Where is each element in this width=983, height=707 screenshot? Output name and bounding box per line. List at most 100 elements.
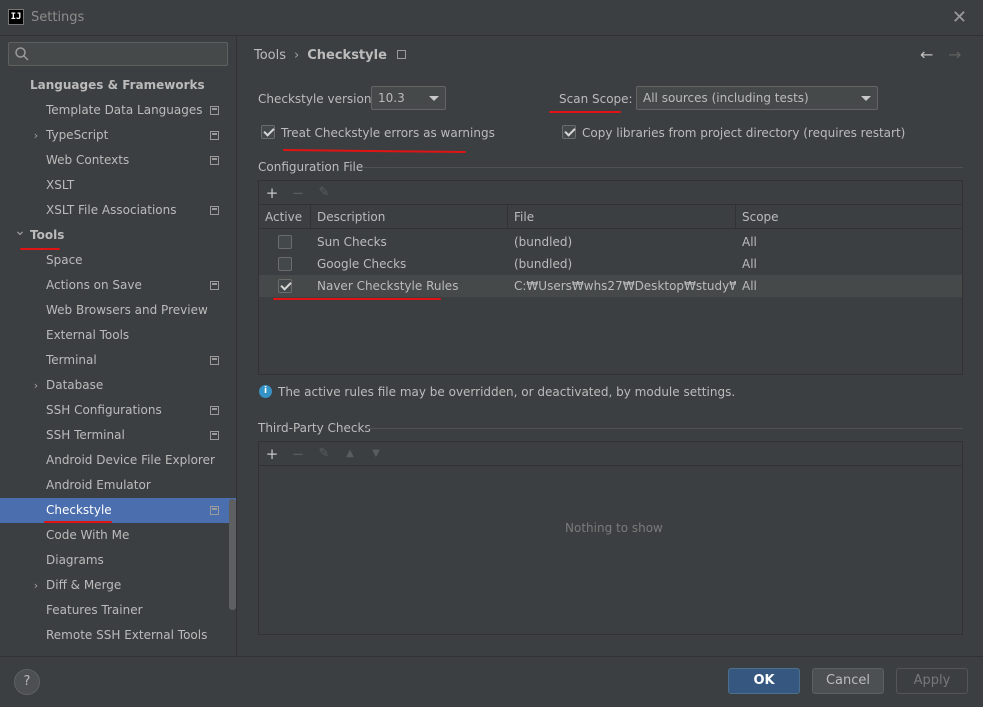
add-icon[interactable]: + <box>262 444 282 464</box>
close-icon[interactable]: ✕ <box>952 7 967 28</box>
sidebar-item-template-data-languages[interactable]: Template Data Languages <box>0 98 236 123</box>
cell-file: (bundled) <box>514 235 573 249</box>
cell-description: Sun Checks <box>317 235 387 249</box>
configuration-file-panel: + − ✎ Active Description File Scope Sun … <box>258 180 963 375</box>
column-header-scope[interactable]: Scope <box>736 205 962 229</box>
info-text: The active rules file may be overridden,… <box>278 385 736 399</box>
project-scope-icon <box>210 281 219 290</box>
sidebar-item-label: XSLT <box>46 178 75 192</box>
column-header-description[interactable]: Description <box>311 205 508 229</box>
forward-arrow-icon[interactable]: → <box>948 45 961 64</box>
add-icon[interactable]: + <box>262 183 282 203</box>
cancel-button[interactable]: Cancel <box>812 668 884 694</box>
remove-icon[interactable]: − <box>288 183 308 203</box>
ok-button[interactable]: OK <box>728 668 800 694</box>
chevron-right-icon[interactable]: › <box>30 573 42 598</box>
sidebar-item-remote-ssh-external-tools[interactable]: Remote SSH External Tools <box>0 623 236 648</box>
edit-pencil-icon[interactable]: ✎ <box>314 444 334 464</box>
cell-file: (bundled) <box>514 257 573 271</box>
project-scope-icon <box>210 106 219 115</box>
treat-errors-label[interactable]: Treat Checkstyle errors as warnings <box>281 126 495 140</box>
sidebar-item-actions-on-save[interactable]: Actions on Save <box>0 273 236 298</box>
sidebar-item-android-device-file-explorer[interactable]: Android Device File Explorer <box>0 448 236 473</box>
treat-errors-checkbox[interactable] <box>261 125 275 139</box>
active-checkbox[interactable] <box>278 235 292 249</box>
checkstyle-version-select[interactable]: 10.3 <box>371 86 446 110</box>
sidebar-item-diagrams[interactable]: Diagrams <box>0 548 236 573</box>
sidebar-item-tools[interactable]: ⌄ Tools <box>0 223 236 248</box>
title-bar: IJ Settings ✕ <box>0 0 983 36</box>
move-down-icon[interactable]: ▼ <box>366 444 386 464</box>
sidebar-item-label: Features Trainer <box>46 603 143 617</box>
sidebar-item-terminal[interactable]: Terminal <box>0 348 236 373</box>
sidebar-item-external-tools[interactable]: External Tools <box>0 323 236 348</box>
configuration-file-title: Configuration File <box>258 160 364 174</box>
move-up-icon[interactable]: ▲ <box>340 444 360 464</box>
sidebar-scrollbar[interactable] <box>229 499 236 610</box>
project-scope-icon <box>210 406 219 415</box>
active-checkbox[interactable] <box>278 257 292 271</box>
copy-libraries-checkbox[interactable] <box>562 125 576 139</box>
sidebar-item-label: Languages & Frameworks <box>30 78 205 92</box>
chevron-down-icon[interactable]: ⌄ <box>14 219 26 244</box>
sidebar-item-label: Checkstyle <box>46 503 112 517</box>
chevron-right-icon[interactable]: › <box>30 123 42 148</box>
sidebar-item-label: Terminal <box>46 353 97 367</box>
remove-icon[interactable]: − <box>288 444 308 464</box>
sidebar-item-label: Diff & Merge <box>46 578 122 592</box>
project-scope-icon <box>210 356 219 365</box>
sidebar-item-label: Space <box>46 253 83 267</box>
table-row[interactable]: Sun Checks (bundled) All <box>259 231 962 253</box>
cell-file: C:₩Users₩whs27₩Desktop₩study₩nav... <box>514 279 736 293</box>
cell-scope: All <box>742 235 757 249</box>
back-arrow-icon[interactable]: ← <box>920 45 933 64</box>
copy-libraries-label[interactable]: Copy libraries from project directory (r… <box>582 126 905 140</box>
sidebar-item-label: TypeScript <box>46 128 109 142</box>
project-scope-icon <box>210 506 219 515</box>
sidebar-item-label: Actions on Save <box>46 278 142 292</box>
sidebar-item-database[interactable]: › Database <box>0 373 236 398</box>
sidebar-item-space[interactable]: Space <box>0 248 236 273</box>
search-icon <box>15 47 29 61</box>
table-row[interactable]: Naver Checkstyle Rules C:₩Users₩whs27₩Des… <box>259 275 962 297</box>
sidebar-item-label: Tools <box>30 228 65 242</box>
table-row[interactable]: Google Checks (bundled) All <box>259 253 962 275</box>
help-button[interactable]: ? <box>14 669 40 695</box>
sidebar-item-languages-frameworks[interactable]: Languages & Frameworks <box>0 73 236 98</box>
sidebar-item-ssh-configurations[interactable]: SSH Configurations <box>0 398 236 423</box>
edit-pencil-icon[interactable]: ✎ <box>314 183 334 203</box>
sidebar-item-label: External Tools <box>46 328 130 342</box>
settings-sidebar: Languages & Frameworks Template Data Lang… <box>0 36 237 656</box>
column-header-file[interactable]: File <box>508 205 736 229</box>
cell-scope: All <box>742 257 757 271</box>
info-icon: i <box>259 385 272 398</box>
sidebar-item-xslt-file-associations[interactable]: XSLT File Associations <box>0 198 236 223</box>
chevron-right-icon[interactable]: › <box>30 373 42 398</box>
dialog-footer: ? OK Cancel Apply <box>0 656 983 707</box>
third-party-checks-title: Third-Party Checks <box>258 421 371 435</box>
annotation-underline-tools <box>20 248 60 250</box>
sidebar-item-web-contexts[interactable]: Web Contexts <box>0 148 236 173</box>
sidebar-item-checkstyle[interactable]: Checkstyle <box>0 498 236 523</box>
sidebar-item-typescript[interactable]: › TypeScript <box>0 123 236 148</box>
sidebar-item-web-browsers-and-preview[interactable]: Web Browsers and Preview <box>0 298 236 323</box>
settings-search-box[interactable] <box>8 42 228 66</box>
config-table-header: Active Description File Scope <box>259 205 962 229</box>
breadcrumb-parent[interactable]: Tools <box>254 48 286 63</box>
column-header-active[interactable]: Active <box>259 205 311 229</box>
sidebar-item-ssh-terminal[interactable]: SSH Terminal <box>0 423 236 448</box>
sidebar-item-code-with-me[interactable]: Code With Me <box>0 523 236 548</box>
sidebar-item-diff-merge[interactable]: › Diff & Merge <box>0 573 236 598</box>
section-divider <box>365 428 963 429</box>
project-scope-icon <box>210 206 219 215</box>
sidebar-item-label: SSH Configurations <box>46 403 162 417</box>
settings-search-input[interactable] <box>33 45 223 63</box>
scan-scope-select[interactable]: All sources (including tests) <box>636 86 878 110</box>
sidebar-item-features-trainer[interactable]: Features Trainer <box>0 598 236 623</box>
sidebar-item-label: Android Device File Explorer <box>46 453 215 467</box>
active-checkbox[interactable] <box>278 279 292 293</box>
apply-button[interactable]: Apply <box>896 668 968 694</box>
sidebar-item-label: Database <box>46 378 104 392</box>
sidebar-item-android-emulator[interactable]: Android Emulator <box>0 473 236 498</box>
sidebar-item-xslt[interactable]: XSLT <box>0 173 236 198</box>
